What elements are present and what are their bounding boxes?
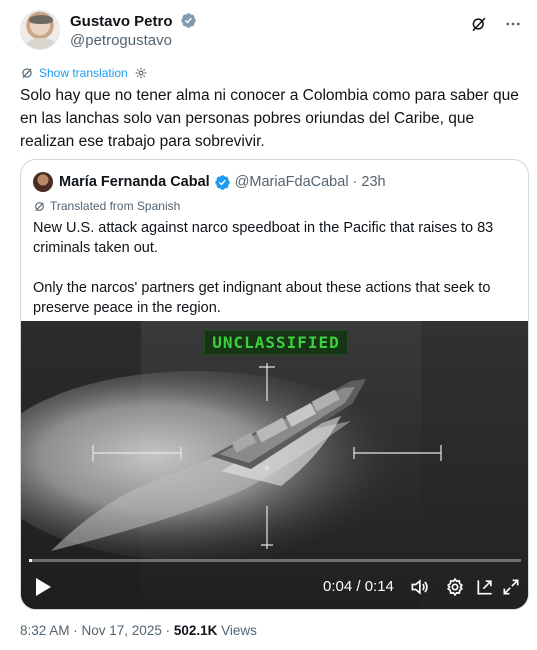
video-player[interactable]: UNCLASSIFIED 0:04 / 0:14 — [21, 321, 528, 609]
play-icon[interactable] — [33, 576, 53, 598]
author-avatar[interactable] — [20, 10, 60, 50]
translated-note: Translated from Spanish — [33, 199, 180, 213]
tweet-text: Solo hay que no tener alma ni conocer a … — [20, 84, 520, 153]
tweet-line: realizan ese trabajo para sobrevivir. — [20, 133, 265, 150]
more-icon[interactable] — [503, 14, 523, 34]
verified-badge-icon — [214, 174, 230, 190]
tweet-meta: 8:32 AM · Nov 17, 2025 · 502.1K Views — [20, 623, 257, 638]
fullscreen-icon[interactable] — [501, 577, 521, 597]
verified-badge-icon — [180, 13, 196, 28]
quoted-avatar[interactable] — [33, 172, 53, 192]
author-name[interactable]: Gustavo Petro — [70, 12, 197, 30]
video-time: 0:04 / 0:14 — [323, 578, 394, 595]
quoted-tweet[interactable]: María Fernanda Cabal @MariaFdaCabal · 23… — [20, 159, 529, 610]
quoted-header: María Fernanda Cabal @MariaFdaCabal · 23… — [33, 171, 386, 193]
tweet-timestamp[interactable]: 8:32 AM · Nov 17, 2025 · — [20, 623, 174, 638]
video-progress-fill — [29, 559, 32, 562]
translate-icon — [22, 68, 32, 79]
pip-icon[interactable] — [475, 577, 495, 597]
classification-badge: UNCLASSIFIED — [204, 330, 348, 355]
quoted-text: New U.S. attack against narco speedboat … — [33, 218, 513, 318]
quoted-paragraph: Only the narcos' partners get indignant … — [33, 280, 491, 316]
quoted-author-name[interactable]: María Fernanda Cabal — [59, 174, 210, 190]
show-translation-label[interactable]: Show translation — [39, 66, 128, 80]
views-count: 502.1K — [173, 623, 218, 638]
views-label: Views — [217, 623, 257, 638]
quoted-author-handle[interactable]: @MariaFdaCabal — [235, 174, 349, 190]
settings-icon[interactable] — [445, 577, 465, 597]
video-progress-bar[interactable] — [29, 559, 521, 562]
grok-icon[interactable] — [469, 14, 489, 34]
quoted-paragraph: New U.S. attack against narco speedboat … — [33, 220, 494, 256]
avatar-hat — [29, 15, 53, 24]
tweet-header: Gustavo Petro @petrogustavo — [20, 10, 523, 54]
author-name-text[interactable]: Gustavo Petro — [70, 13, 173, 30]
translation-settings-icon[interactable] — [133, 65, 149, 81]
author-handle[interactable]: @petrogustavo — [70, 32, 172, 49]
show-translation[interactable]: Show translation — [20, 64, 149, 82]
avatar-shirt — [26, 38, 56, 49]
translate-icon — [35, 201, 44, 211]
tweet-line: en las lanchas solo van personas pobres … — [20, 110, 475, 127]
quoted-time[interactable]: · 23h — [353, 174, 386, 190]
tweet-line: Solo hay que no tener alma ni conocer a … — [20, 87, 519, 104]
video-controls: 0:04 / 0:14 — [21, 569, 528, 605]
video-frame — [21, 321, 528, 609]
header-actions — [469, 14, 523, 34]
volume-icon[interactable] — [409, 577, 429, 597]
translated-label: Translated from Spanish — [50, 199, 181, 213]
